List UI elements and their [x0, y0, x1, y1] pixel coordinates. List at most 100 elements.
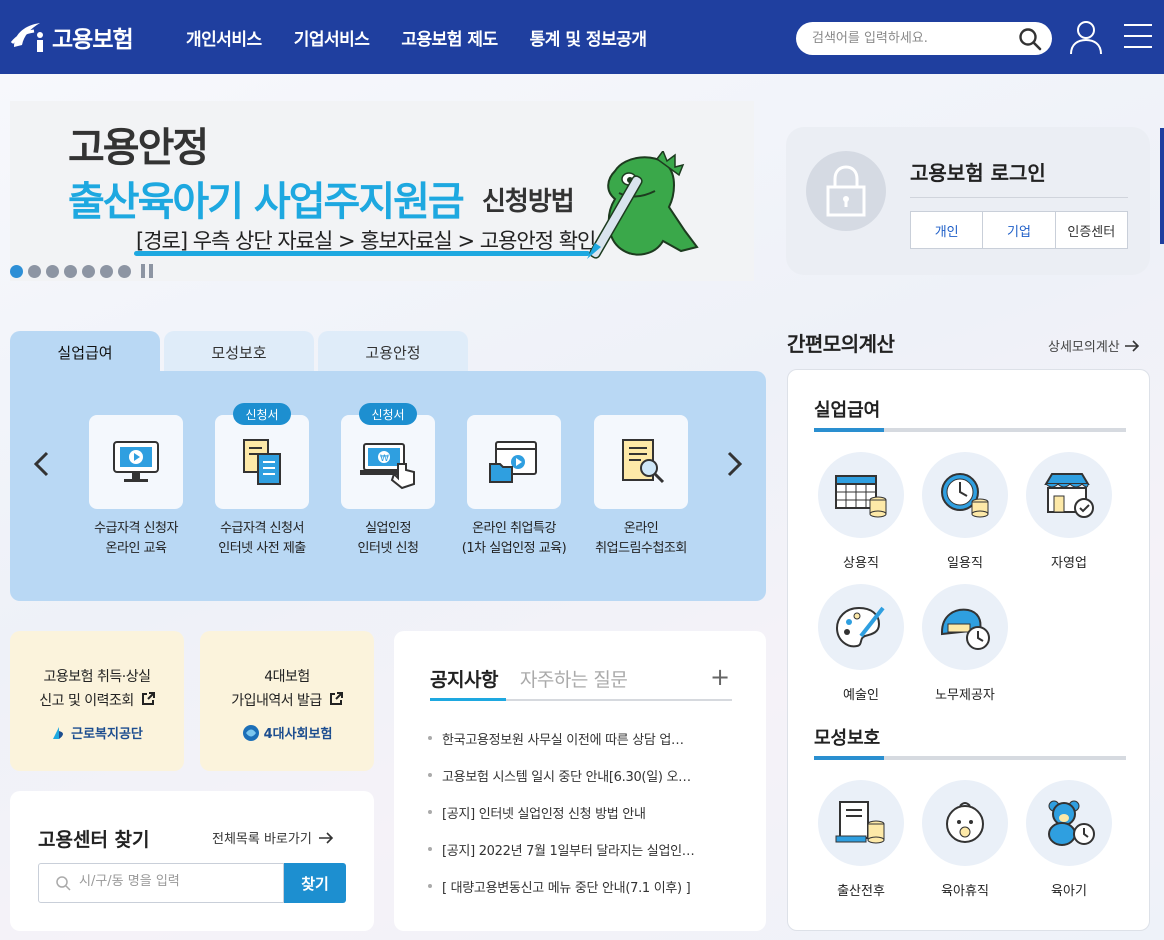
calculator-panel: 실업급여 상용직 일용직 자영업 예술인 노무제공자 모성보호 출산전후 육아휴…: [787, 369, 1150, 931]
notice-tab-underline: [430, 698, 732, 701]
logo-text: 고용보험: [52, 27, 134, 53]
service-label-line1: 온라인 취업특강: [472, 521, 556, 536]
service-label-line2: 취업드림수첩조회: [595, 541, 687, 556]
arrow-right-icon: [1124, 339, 1139, 352]
menu-statistics-info[interactable]: 통계 및 정보공개: [530, 25, 647, 50]
laptop-hand-icon: ₩: [360, 443, 415, 490]
search-icon: [56, 876, 71, 891]
service-online-lecture[interactable]: 온라인 취업특강 (1차 실업인정 교육): [449, 415, 579, 559]
chevron-right-icon[interactable]: [724, 451, 744, 477]
arrow-right-icon: [318, 831, 333, 844]
tab-unemployment-benefit[interactable]: 실업급여: [10, 331, 160, 373]
notice-item[interactable]: [ 대량고용변동신고 메뉴 중단 안내(7.1 이후) ]: [426, 877, 726, 914]
external-link-icon: [141, 692, 155, 705]
hamburger-menu-icon[interactable]: [1124, 24, 1152, 50]
tab-faq[interactable]: 자주하는 질문: [520, 665, 628, 692]
helmet-clock-icon: [941, 608, 990, 650]
application-badge: 신청서: [233, 403, 291, 425]
service-icon-box: [89, 415, 183, 509]
slide-dot[interactable]: [28, 264, 41, 278]
slide-dot[interactable]: [64, 264, 77, 278]
service-panel: 수급자격 신청자 온라인 교육 신청서 수급자격 신청서 인터넷 사전 제출 신청서…: [10, 371, 766, 601]
main-menu: 개인서비스 기업서비스 고용보험 제도 통계 및 정보공개: [186, 0, 647, 74]
calc-maternity-leave[interactable]: 출산전후: [816, 780, 906, 899]
palette-brush-icon: [835, 606, 885, 648]
calc-self-employed[interactable]: 자영업: [1024, 452, 1114, 571]
slide-dot[interactable]: [100, 264, 113, 278]
banner-title-2-suffix: 신청방법: [482, 187, 575, 217]
notice-item[interactable]: 고용보험 시스템 일시 중단 안내[6.30(일) 오…: [426, 766, 726, 803]
plus-icon[interactable]: +: [710, 663, 730, 691]
detailed-calculation-label: 상세모의계산: [1048, 340, 1120, 355]
calc-regular-worker[interactable]: 상용직: [816, 452, 906, 571]
service-label-line2: 인터넷 사전 제출: [218, 541, 306, 556]
calc-artist[interactable]: 예술인: [816, 584, 906, 703]
card-line2: 가입내역서 발급: [231, 693, 322, 709]
notice-item[interactable]: 한국고용정보원 사무실 이전에 따른 상담 업…: [426, 729, 726, 766]
service-label-line2: 인터넷 신청: [357, 541, 419, 556]
section-unemployment: 실업급여: [814, 400, 881, 421]
notice-item[interactable]: [공지] 2022년 7월 1일부터 달라지는 실업인…: [426, 840, 726, 877]
four-insurance-logo: 4대사회보험: [200, 723, 374, 742]
menu-insurance-system[interactable]: 고용보험 제도: [401, 25, 498, 50]
service-label-line1: 실업인정: [365, 521, 411, 536]
promo-banner[interactable]: 고용안정 출산육아기 사업주지원금 신청방법 [경로] 우측 상단 자료실 > …: [10, 101, 754, 281]
service-online-education[interactable]: 수급자격 신청자온라인 교육: [71, 415, 201, 559]
full-list-link[interactable]: 전체목록 바로가기: [212, 828, 334, 847]
service-icon-box: 신청서: [215, 403, 309, 509]
slide-dot[interactable]: [82, 264, 95, 278]
login-personal-button[interactable]: 개인: [911, 212, 984, 248]
search-input[interactable]: [812, 28, 1012, 49]
baby-face-icon: [946, 802, 984, 843]
slide-dot[interactable]: [10, 264, 23, 278]
section-underline: [814, 428, 1126, 432]
logo-mark-icon: [10, 23, 43, 52]
service-unemployment-recognition[interactable]: 신청서 ₩ 실업인정 인터넷 신청: [323, 403, 453, 559]
insurance-history-card[interactable]: 고용보험 취득·상실 신고 및 이력조회 근로복지공단: [10, 631, 184, 771]
calc-item-label: 육아휴직: [941, 884, 989, 899]
menu-corporate-services[interactable]: 기업서비스: [294, 25, 370, 50]
section-underline: [814, 756, 1126, 760]
detailed-calculation-link[interactable]: 상세모의계산: [1048, 336, 1140, 355]
region-search-input[interactable]: [79, 874, 269, 889]
calc-childcare-period[interactable]: 육아기: [1024, 780, 1114, 899]
social-insurance-card[interactable]: 4대보험 가입내역서 발급 4대사회보험: [200, 631, 374, 771]
search-icon[interactable]: [1018, 27, 1042, 51]
org-name: 근로복지공단: [71, 727, 143, 742]
calc-labor-provider[interactable]: 노무제공자: [920, 584, 1010, 703]
calc-item-label: 상용직: [843, 556, 879, 571]
certificate-center-button[interactable]: 인증센터: [1056, 212, 1127, 248]
top-navigation-bar: 고용보험 개인서비스 기업서비스 고용보험 제도 통계 및 정보공개: [0, 0, 1164, 74]
chevron-left-icon[interactable]: [32, 451, 52, 477]
pause-icon[interactable]: [141, 264, 153, 278]
svg-text:₩: ₩: [380, 454, 389, 464]
service-application-submit[interactable]: 신청서 수급자격 신청서 인터넷 사전 제출: [197, 403, 327, 559]
slide-dot[interactable]: [46, 264, 59, 278]
calc-item-label: 일용직: [947, 556, 983, 571]
service-icon-box: [594, 415, 688, 509]
site-logo[interactable]: 고용보험: [10, 18, 134, 56]
calc-item-label: 육아기: [1051, 884, 1087, 899]
menu-personal-services[interactable]: 개인서비스: [186, 25, 262, 50]
slide-dot[interactable]: [118, 264, 131, 278]
user-icon[interactable]: [1068, 19, 1104, 55]
calc-parental-leave[interactable]: 육아휴직: [920, 780, 1010, 899]
service-label-line2: 온라인 교육: [105, 541, 167, 556]
banner-title-1: 고용안정: [68, 125, 209, 171]
notice-item[interactable]: [공지] 인터넷 실업인정 신청 방법 안내: [426, 803, 726, 840]
side-edge-tab[interactable]: [1160, 128, 1164, 244]
employment-center-finder: 고용센터 찾기 전체목록 바로가기 찾기: [10, 791, 374, 931]
calc-daily-worker[interactable]: 일용직: [920, 452, 1010, 571]
tab-employment-stability[interactable]: 고용안정: [318, 331, 468, 373]
tab-maternity-protection[interactable]: 모성보호: [164, 331, 314, 373]
four-insurance-logo-icon: [242, 724, 259, 741]
login-corporate-button[interactable]: 기업: [983, 212, 1056, 248]
service-tabs: 실업급여 모성보호 고용안정: [10, 331, 468, 373]
document-coins-icon: [835, 801, 885, 844]
section-maternity: 모성보호: [814, 728, 881, 749]
service-employment-dream-book[interactable]: 온라인 취업드림수첩조회: [576, 415, 706, 559]
find-button[interactable]: 찾기: [284, 863, 346, 903]
service-label-line1: 수급자격 신청자: [94, 521, 178, 536]
tab-notices[interactable]: 공지사항: [430, 665, 498, 692]
finder-title: 고용센터 찾기: [38, 829, 150, 851]
